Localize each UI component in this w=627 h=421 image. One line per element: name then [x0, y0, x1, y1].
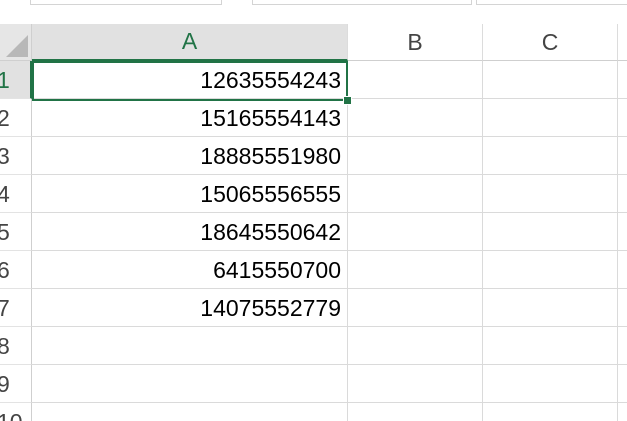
cell-b8[interactable]	[348, 327, 483, 365]
formula-area-edge	[30, 0, 222, 5]
cell-d4[interactable]	[618, 175, 627, 213]
ribbon-edge	[0, 0, 627, 24]
row-header-3[interactable]: 3	[0, 137, 32, 175]
cell-b4[interactable]	[348, 175, 483, 213]
toolbar-box-edge	[252, 0, 472, 5]
cell-c8[interactable]	[483, 327, 618, 365]
cell-a1[interactable]: 12635554243	[32, 61, 348, 99]
row-header-4[interactable]: 4	[0, 175, 32, 213]
cell-b10[interactable]	[348, 403, 483, 421]
cell-d2[interactable]	[618, 99, 627, 137]
cell-c3[interactable]	[483, 137, 618, 175]
row-header-5[interactable]: 5	[0, 213, 32, 251]
cell-b3[interactable]	[348, 137, 483, 175]
cell-b1[interactable]	[348, 61, 483, 99]
cell-a8[interactable]	[32, 327, 348, 365]
cell-d3[interactable]	[618, 137, 627, 175]
cell-c5[interactable]	[483, 213, 618, 251]
spreadsheet-grid: A B C 1 2 3 4 5 6 7 8 9 10 12635554243 1…	[0, 0, 627, 421]
fill-handle[interactable]	[343, 96, 352, 105]
cell-a6[interactable]: 6415550700	[32, 251, 348, 289]
cell-d10[interactable]	[618, 403, 627, 421]
column-header-b[interactable]: B	[348, 24, 483, 61]
select-all-button[interactable]	[0, 24, 32, 61]
cell-c2[interactable]	[483, 99, 618, 137]
cell-a7[interactable]: 14075552779	[32, 289, 348, 327]
row-header-8[interactable]: 8	[0, 327, 32, 365]
cell-c1[interactable]	[483, 61, 618, 99]
row-header-10[interactable]: 10	[0, 403, 32, 421]
cell-a2[interactable]: 15165554143	[32, 99, 348, 137]
cell-b2[interactable]	[348, 99, 483, 137]
column-header-a[interactable]: A	[32, 24, 348, 61]
cell-d7[interactable]	[618, 289, 627, 327]
row-header-6[interactable]: 6	[0, 251, 32, 289]
cell-b7[interactable]	[348, 289, 483, 327]
cell-a5[interactable]: 18645550642	[32, 213, 348, 251]
cell-a9[interactable]	[32, 365, 348, 403]
cell-c7[interactable]	[483, 289, 618, 327]
row-header-2[interactable]: 2	[0, 99, 32, 137]
cell-c10[interactable]	[483, 403, 618, 421]
cell-d9[interactable]	[618, 365, 627, 403]
cell-c6[interactable]	[483, 251, 618, 289]
cell-a10[interactable]	[32, 403, 348, 421]
select-all-triangle-icon	[6, 35, 28, 57]
cell-d5[interactable]	[618, 213, 627, 251]
row-header-9[interactable]: 9	[0, 365, 32, 403]
cell-c9[interactable]	[483, 365, 618, 403]
cell-d8[interactable]	[618, 327, 627, 365]
cell-a4[interactable]: 15065556555	[32, 175, 348, 213]
cell-d1[interactable]	[618, 61, 627, 99]
cell-b9[interactable]	[348, 365, 483, 403]
cell-b6[interactable]	[348, 251, 483, 289]
cell-d6[interactable]	[618, 251, 627, 289]
cell-a3[interactable]: 18885551980	[32, 137, 348, 175]
cell-c4[interactable]	[483, 175, 618, 213]
cell-b5[interactable]	[348, 213, 483, 251]
column-header-d-partial[interactable]	[618, 24, 627, 61]
row-header-7[interactable]: 7	[0, 289, 32, 327]
row-header-1[interactable]: 1	[0, 61, 32, 99]
column-header-c[interactable]: C	[483, 24, 618, 61]
toolbar-box-edge-right	[476, 0, 627, 5]
